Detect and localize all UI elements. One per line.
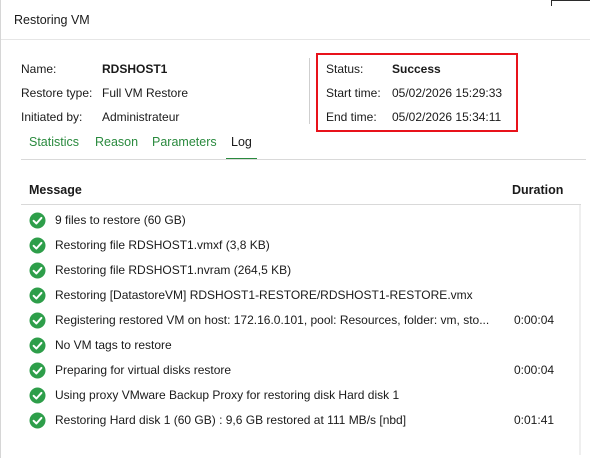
vertical-scrollbar[interactable]	[578, 175, 582, 458]
success-check-icon	[29, 262, 46, 279]
window-edge	[551, 0, 590, 6]
initiated-by-value: Administrateur	[102, 110, 180, 124]
success-check-icon	[29, 312, 46, 329]
log-row[interactable]: Registering restored VM on host: 172.16.…	[21, 308, 581, 333]
info-divider	[309, 58, 310, 124]
log-message: Using proxy VMware Backup Proxy for rest…	[55, 388, 400, 402]
log-message: Registering restored VM on host: 172.16.…	[55, 313, 490, 327]
log-message: Restoring file RDSHOST1.vmxf (3,8 KB)	[55, 238, 270, 252]
window-title: Restoring VM	[14, 13, 90, 27]
log-row[interactable]: Restoring file RDSHOST1.nvram (264,5 KB)	[21, 258, 581, 283]
highlight-box	[316, 53, 518, 132]
title-bar: Restoring VM	[1, 0, 590, 40]
tab-log[interactable]: Log	[226, 135, 257, 160]
initiated-by-label: Initiated by:	[21, 110, 83, 124]
restore-session-window: Restoring VM Name: RDSHOST1 Restore type…	[0, 0, 590, 458]
log-message: Restoring [DatastoreVM] RDSHOST1-RESTORE…	[55, 288, 473, 302]
message-column-header[interactable]: Message	[29, 183, 82, 197]
log-duration: 0:01:41	[514, 413, 555, 427]
success-check-icon	[29, 362, 46, 379]
log-row[interactable]: Preparing for virtual disks restore 0:00:…	[21, 358, 581, 383]
log-row[interactable]: Restoring file RDSHOST1.vmxf (3,8 KB)	[21, 233, 581, 258]
tab-underline	[21, 159, 586, 160]
success-check-icon	[29, 237, 46, 254]
log-duration: 0:00:04	[514, 363, 555, 377]
tab-reason[interactable]: Reason	[95, 135, 138, 157]
duration-column-header[interactable]: Duration	[512, 183, 563, 197]
log-message: Preparing for virtual disks restore	[55, 363, 232, 377]
restore-type-value: Full VM Restore	[102, 86, 189, 100]
scrollbar-track[interactable]	[579, 205, 581, 455]
log-message: Restoring file RDSHOST1.nvram (264,5 KB)	[55, 263, 292, 277]
log-duration: 0:00:04	[514, 313, 555, 327]
tab-statistics[interactable]: Statistics	[29, 135, 79, 157]
tab-parameters[interactable]: Parameters	[152, 135, 217, 157]
log-header: Message Duration	[21, 175, 581, 205]
success-check-icon	[29, 337, 46, 354]
restore-type-label: Restore type:	[21, 86, 93, 100]
log-row[interactable]: Using proxy VMware Backup Proxy for rest…	[21, 383, 581, 408]
log-message: 9 files to restore (60 GB)	[55, 213, 186, 227]
name-label: Name:	[21, 62, 57, 76]
name-value: RDSHOST1	[102, 62, 168, 76]
log-row[interactable]: No VM tags to restore	[21, 333, 581, 358]
success-check-icon	[29, 387, 46, 404]
success-check-icon	[29, 212, 46, 229]
success-check-icon	[29, 412, 46, 429]
log-message: Restoring Hard disk 1 (60 GB) : 9,6 GB r…	[55, 413, 407, 427]
log-row[interactable]: Restoring [DatastoreVM] RDSHOST1-RESTORE…	[21, 283, 581, 308]
log-row[interactable]: Restoring Hard disk 1 (60 GB) : 9,6 GB r…	[21, 408, 581, 433]
log-row[interactable]: 9 files to restore (60 GB)	[21, 208, 581, 233]
success-check-icon	[29, 287, 46, 304]
log-message: No VM tags to restore	[55, 338, 172, 352]
log-grid[interactable]: Message Duration Locking required backup…	[21, 175, 581, 458]
